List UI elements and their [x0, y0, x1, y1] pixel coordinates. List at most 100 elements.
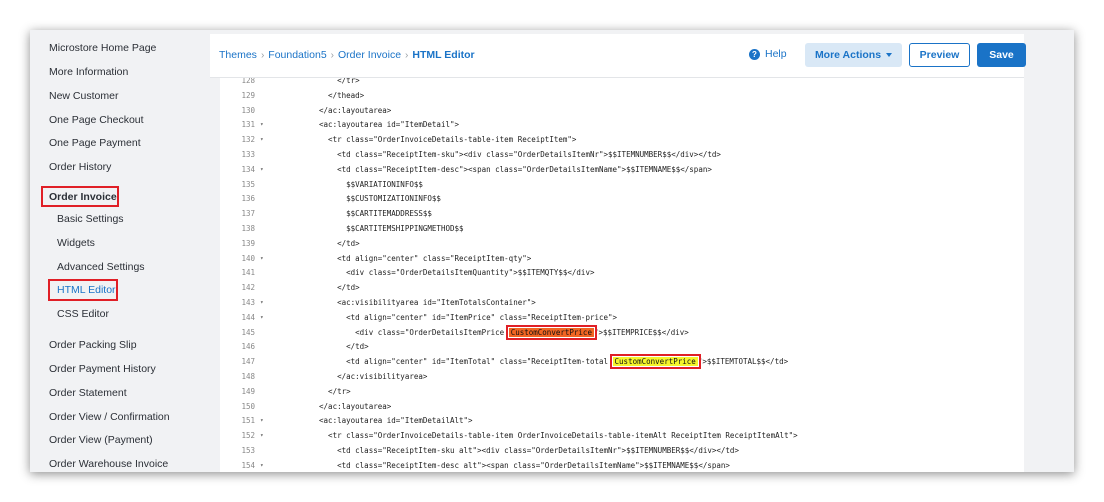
- help-icon: ?: [749, 48, 760, 60]
- code-line[interactable]: 143 ▾ <ac:visibilityarea id="ItemTotalsCo…: [220, 296, 1024, 311]
- sidebar-item-one-page-checkout[interactable]: One Page Checkout: [49, 114, 144, 127]
- code-line[interactable]: 129 </thead>: [220, 89, 1024, 104]
- fold-arrow-icon[interactable]: ▾: [260, 311, 264, 326]
- save-button[interactable]: Save: [977, 43, 1026, 67]
- code-line[interactable]: 145 <div class="OrderDetailsItemPrice Cu…: [220, 326, 1024, 341]
- code-line[interactable]: 136 $$CUSTOMIZATIONINFO$$: [220, 192, 1024, 207]
- line-number: 140: [241, 253, 255, 263]
- fold-arrow-icon[interactable]: ▾: [260, 459, 264, 472]
- code-line[interactable]: 151 ▾ <ac:layoutarea id="ItemDetailAlt">: [220, 414, 1024, 429]
- code-line[interactable]: 153 <td class="ReceiptItem-sku alt"><div…: [220, 444, 1024, 459]
- code-text-after: ">$$ITEMPRICE$$</div>: [593, 327, 689, 337]
- more-actions-button[interactable]: More Actions: [805, 43, 902, 67]
- code-text: $$VARIATIONINFO$$: [310, 179, 423, 189]
- line-number: 139: [241, 238, 255, 248]
- code-line[interactable]: 131 ▾ <ac:layoutarea id="ItemDetail">: [220, 118, 1024, 133]
- code-line[interactable]: 128 </tr>: [220, 78, 1024, 89]
- sidebar-item-order-history[interactable]: Order History: [49, 161, 111, 174]
- help-link[interactable]: ? Help: [749, 48, 787, 60]
- line-number: 131: [241, 120, 255, 130]
- code-line[interactable]: 140 ▾ <td align="center" class="ReceiptIt…: [220, 252, 1024, 267]
- code-text-before: <td align="center" id="ItemTotal" class=…: [310, 357, 613, 367]
- line-number: 133: [241, 150, 255, 159]
- sidebar-item-more-information[interactable]: More Information: [49, 66, 128, 79]
- code-line[interactable]: 154 ▾ <td class="ReceiptItem-desc alt"><s…: [220, 459, 1024, 472]
- fold-arrow-icon[interactable]: ▾: [260, 252, 264, 267]
- sidebar-item-css-editor[interactable]: CSS Editor: [57, 308, 109, 321]
- code-line[interactable]: 137 $$CARTITEMADDRESS$$: [220, 207, 1024, 222]
- fold-arrow-icon[interactable]: ▾: [260, 133, 264, 148]
- line-number: 144: [241, 312, 255, 322]
- code-line[interactable]: 144 ▾ <td align="center" id="ItemPrice" c…: [220, 311, 1024, 326]
- sidebar-item-order-payment-history[interactable]: Order Payment History: [49, 363, 156, 376]
- fold-arrow-icon[interactable]: ▾: [260, 163, 264, 178]
- sidebar-item-advanced-settings[interactable]: Advanced Settings: [57, 261, 145, 274]
- line-number: 136: [241, 194, 255, 204]
- line-number: 137: [241, 209, 255, 219]
- code-text: <td class="ReceiptItem-sku alt"><div cla…: [310, 446, 739, 455]
- breadcrumb-order-invoice[interactable]: Order Invoice: [338, 49, 401, 61]
- code-line[interactable]: 134 ▾ <td class="ReceiptItem-desc"><span …: [220, 163, 1024, 178]
- code-text: </ac:layoutarea>: [310, 401, 392, 411]
- code-line[interactable]: 138 $$CARTITEMSHIPPINGMETHOD$$: [220, 222, 1024, 237]
- sidebar-item-basic-settings[interactable]: Basic Settings: [57, 213, 124, 226]
- more-actions-label: More Actions: [814, 49, 882, 61]
- preview-button[interactable]: Preview: [909, 43, 970, 67]
- sidebar-item-html-editor[interactable]: HTML Editor: [57, 284, 116, 297]
- sidebar-item-widgets[interactable]: Widgets: [57, 237, 95, 250]
- fold-arrow-icon[interactable]: ▾: [260, 118, 264, 133]
- code-line[interactable]: 135 $$VARIATIONINFO$$: [220, 178, 1024, 193]
- sidebar-item-order-view-confirmation[interactable]: Order View / Confirmation: [49, 411, 170, 424]
- code-line[interactable]: 132 ▾ <tr class="OrderInvoiceDetails-tabl…: [220, 133, 1024, 148]
- line-number: 134: [241, 164, 255, 174]
- code-line[interactable]: 142 </td>: [220, 281, 1024, 296]
- line-number: 132: [241, 135, 255, 145]
- code-text: <tr class="OrderInvoiceDetails-table-ite…: [310, 431, 798, 441]
- fold-arrow-icon[interactable]: ▾: [260, 296, 264, 311]
- breadcrumb-foundation5[interactable]: Foundation5: [268, 49, 326, 61]
- code-text: <td align="center" class="ReceiptItem-qt…: [310, 253, 532, 263]
- fold-arrow-icon[interactable]: ▾: [260, 429, 264, 444]
- help-label: Help: [765, 48, 787, 60]
- sidebar-item-order-view-payment[interactable]: Order View (Payment): [49, 434, 153, 447]
- sidebar-item-order-invoice[interactable]: Order Invoice: [49, 191, 117, 204]
- code-line[interactable]: 152 ▾ <tr class="OrderInvoiceDetails-tabl…: [220, 429, 1024, 444]
- code-text: </td>: [310, 238, 360, 248]
- code-text-before: <div class="OrderDetailsItemPrice: [310, 327, 509, 337]
- code-text: </tr>: [310, 78, 360, 85]
- code-line[interactable]: 133 <td class="ReceiptItem-sku"><div cla…: [220, 148, 1024, 163]
- line-number: 141: [241, 268, 255, 278]
- code-line[interactable]: 146 </td>: [220, 340, 1024, 355]
- chevron-right-icon: ›: [260, 50, 265, 61]
- sidebar-item-one-page-payment[interactable]: One Page Payment: [49, 137, 141, 150]
- code-line[interactable]: 148 </ac:visibilityarea>: [220, 370, 1024, 385]
- code-text: <ac:visibilityarea id="ItemTotalsContain…: [310, 298, 536, 307]
- code-line[interactable]: 139 </td>: [220, 237, 1024, 252]
- chevron-right-icon: ›: [405, 50, 409, 61]
- line-number: 149: [241, 386, 255, 396]
- code-line[interactable]: 149 </tr>: [220, 385, 1024, 400]
- fold-arrow-icon[interactable]: ▾: [260, 414, 264, 429]
- sidebar-item-order-statement[interactable]: Order Statement: [49, 387, 127, 400]
- code-text: <td class="ReceiptItem-desc"><span class…: [310, 164, 712, 174]
- line-number: 130: [241, 105, 255, 115]
- line-number: 153: [241, 446, 255, 455]
- code-text: <div class="OrderDetailsItemPrice Custom…: [310, 326, 689, 341]
- breadcrumb-themes[interactable]: Themes: [219, 49, 257, 61]
- code-text: </thead>: [310, 90, 365, 100]
- code-line[interactable]: 130 </ac:layoutarea>: [220, 104, 1024, 119]
- sidebar-item-new-customer[interactable]: New Customer: [49, 90, 118, 103]
- code-line[interactable]: 150 </ac:layoutarea>: [220, 400, 1024, 415]
- sidebar-item-order-warehouse-invoice[interactable]: Order Warehouse Invoice: [49, 458, 168, 471]
- sidebar: Microstore Home Page More Information Ne…: [30, 30, 220, 472]
- code-line[interactable]: 147 <td align="center" id="ItemTotal" cl…: [220, 355, 1024, 370]
- html-code-editor[interactable]: 128 </tr> 129 </thead> 130 </ac:layoutarea…: [220, 78, 1024, 472]
- sidebar-item-order-packing-slip[interactable]: Order Packing Slip: [49, 339, 137, 352]
- code-text: <div class="OrderDetailsItemQuantity">$$…: [310, 268, 595, 278]
- code-line[interactable]: 141 <div class="OrderDetailsItemQuantity…: [220, 266, 1024, 281]
- code-text: </tr>: [310, 386, 351, 396]
- line-number: 143: [241, 298, 255, 307]
- sidebar-item-microstore-home[interactable]: Microstore Home Page: [49, 42, 156, 55]
- line-number: 129: [241, 90, 255, 100]
- line-number: 138: [241, 224, 255, 233]
